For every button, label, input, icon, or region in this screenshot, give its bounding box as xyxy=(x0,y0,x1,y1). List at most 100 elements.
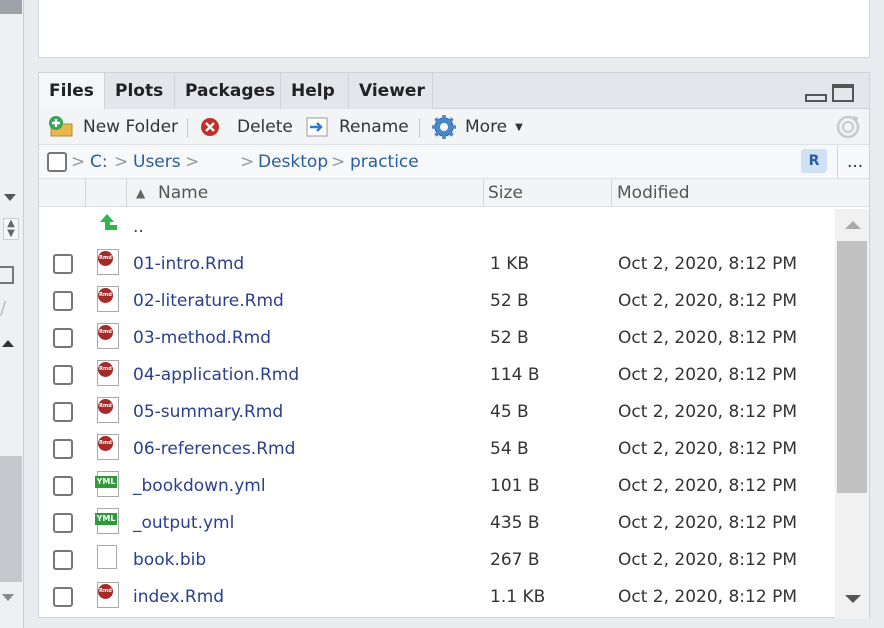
rmd-badge: Rmd xyxy=(98,325,113,340)
file-modified: Oct 2, 2020, 8:12 PM xyxy=(618,476,797,496)
select-all-checkbox[interactable] xyxy=(47,152,67,172)
table-row[interactable]: Rmd index.Rmd 1.1 KB Oct 2, 2020, 8:12 P… xyxy=(39,579,835,616)
file-name-link[interactable]: _output.yml xyxy=(133,505,234,542)
chevron-right-icon: > xyxy=(71,152,86,172)
rename-button[interactable]: Rename xyxy=(305,109,409,145)
go-to-directory-button[interactable]: ... xyxy=(847,145,863,179)
parent-directory-row[interactable]: .. xyxy=(39,209,835,246)
table-row[interactable]: YML _output.yml 435 B Oct 2, 2020, 8:12 … xyxy=(39,505,835,542)
tab-packages[interactable]: Packages xyxy=(175,73,281,109)
row-checkbox[interactable] xyxy=(53,328,73,348)
sort-ascending-icon: ▲ xyxy=(136,186,146,200)
file-name-link[interactable]: book.bib xyxy=(133,542,206,579)
rename-icon xyxy=(306,117,328,137)
table-row[interactable]: Rmd 01-intro.Rmd 1 KB Oct 2, 2020, 8:12 … xyxy=(39,246,835,283)
tab-plots[interactable]: Plots xyxy=(105,73,175,109)
left-scrollbar-thumb[interactable] xyxy=(0,456,22,582)
file-modified: Oct 2, 2020, 8:12 PM xyxy=(618,550,797,570)
column-size[interactable]: Size xyxy=(488,179,523,207)
maximize-pane-icon[interactable] xyxy=(832,84,854,102)
up-arrow-icon xyxy=(100,214,117,230)
table-row[interactable]: Rmd 05-summary.Rmd 45 B Oct 2, 2020, 8:1… xyxy=(39,394,835,431)
file-size: 101 B xyxy=(490,476,540,496)
table-row[interactable]: Rmd 06-references.Rmd 54 B Oct 2, 2020, … xyxy=(39,431,835,468)
breadcrumb-desktop[interactable]: Desktop xyxy=(258,145,328,179)
breadcrumb-practice[interactable]: practice xyxy=(350,145,419,179)
row-checkbox[interactable] xyxy=(53,587,73,607)
row-checkbox[interactable] xyxy=(53,439,73,459)
table-row[interactable]: YML _bookdown.yml 101 B Oct 2, 2020, 8:1… xyxy=(39,468,835,505)
scroll-up-arrow-icon[interactable] xyxy=(2,340,14,347)
refresh-icon xyxy=(836,115,860,139)
refresh-button[interactable] xyxy=(835,109,861,145)
scrollbar-thumb[interactable] xyxy=(837,241,867,493)
more-menu-button[interactable]: More ▼ xyxy=(431,109,523,145)
collapse-arrow-icon[interactable] xyxy=(4,194,16,201)
rmd-file-icon: Rmd xyxy=(97,397,119,423)
yml-badge: YML xyxy=(95,476,117,488)
scroll-down-arrow-icon[interactable] xyxy=(845,595,861,603)
r-project-icon[interactable]: R xyxy=(801,149,827,173)
file-name-link[interactable]: 05-summary.Rmd xyxy=(133,394,283,431)
breadcrumb-drive[interactable]: C: xyxy=(90,145,108,179)
yml-badge: YML xyxy=(95,513,117,525)
blank-file-icon xyxy=(97,545,117,569)
file-size: 54 B xyxy=(490,439,529,459)
chevron-down-icon: ▼ xyxy=(515,121,523,133)
file-name-link[interactable]: index.Rmd xyxy=(133,579,224,616)
console-pane xyxy=(38,0,870,58)
breadcrumb-users[interactable]: Users xyxy=(133,145,181,179)
row-checkbox[interactable] xyxy=(53,550,73,570)
file-size: 435 B xyxy=(490,513,540,533)
new-folder-button[interactable]: New Folder xyxy=(47,109,178,145)
rmd-badge: Rmd xyxy=(98,584,113,599)
table-row[interactable]: Rmd 03-method.Rmd 52 B Oct 2, 2020, 8:12… xyxy=(39,320,835,357)
file-size: 52 B xyxy=(490,291,529,311)
file-name-link[interactable]: 06-references.Rmd xyxy=(133,431,295,468)
delete-icon xyxy=(201,118,219,136)
column-divider xyxy=(126,179,127,207)
chevron-right-icon: > xyxy=(114,152,129,172)
column-divider xyxy=(483,179,484,207)
row-checkbox[interactable] xyxy=(53,291,73,311)
new-folder-icon xyxy=(49,116,73,137)
minimize-pane-icon[interactable] xyxy=(803,84,827,102)
delete-label: Delete xyxy=(237,117,293,137)
more-label: More xyxy=(465,117,508,137)
row-checkbox[interactable] xyxy=(53,476,73,496)
file-modified: Oct 2, 2020, 8:12 PM xyxy=(618,587,797,607)
file-list-scrollbar[interactable] xyxy=(835,209,869,619)
file-name-link[interactable]: _bookdown.yml xyxy=(133,468,266,505)
pane-tabbar: Files Plots Packages Help Viewer xyxy=(39,73,869,109)
file-name-link[interactable]: 01-intro.Rmd xyxy=(133,246,244,283)
delete-button[interactable]: Delete xyxy=(199,109,293,145)
scroll-up-arrow-icon[interactable] xyxy=(845,221,861,229)
files-toolbar: New Folder Delete Rename More ▼ xyxy=(39,109,869,145)
file-size: 1.1 KB xyxy=(490,587,546,607)
file-size: 1 KB xyxy=(490,254,530,274)
resize-updown-icon[interactable]: ▲ ▼ xyxy=(3,218,19,240)
restore-pane-icon[interactable] xyxy=(0,266,14,284)
table-row[interactable]: Rmd 02-literature.Rmd 52 B Oct 2, 2020, … xyxy=(39,283,835,320)
tab-viewer[interactable]: Viewer xyxy=(349,73,433,109)
rmd-badge: Rmd xyxy=(98,288,113,303)
chevron-right-icon: > xyxy=(240,152,255,172)
scroll-down-arrow-icon[interactable] xyxy=(2,594,14,601)
yml-file-icon: YML xyxy=(95,471,119,497)
file-name-link[interactable]: 03-method.Rmd xyxy=(133,320,271,357)
table-row[interactable]: book.bib 267 B Oct 2, 2020, 8:12 PM xyxy=(39,542,835,579)
parent-directory-link[interactable]: .. xyxy=(133,209,144,246)
row-checkbox[interactable] xyxy=(53,402,73,422)
tab-files[interactable]: Files xyxy=(39,73,105,109)
column-modified[interactable]: Modified xyxy=(617,179,690,207)
file-name-link[interactable]: 04-application.Rmd xyxy=(133,357,299,394)
file-name-link[interactable]: 02-literature.Rmd xyxy=(133,283,284,320)
column-name[interactable]: Name xyxy=(158,179,208,207)
row-checkbox[interactable] xyxy=(53,513,73,533)
tab-help[interactable]: Help xyxy=(281,73,349,109)
row-checkbox[interactable] xyxy=(53,254,73,274)
table-row[interactable]: Rmd 04-application.Rmd 114 B Oct 2, 2020… xyxy=(39,357,835,394)
toolbar-divider xyxy=(187,118,188,138)
file-modified: Oct 2, 2020, 8:12 PM xyxy=(618,328,797,348)
row-checkbox[interactable] xyxy=(53,365,73,385)
